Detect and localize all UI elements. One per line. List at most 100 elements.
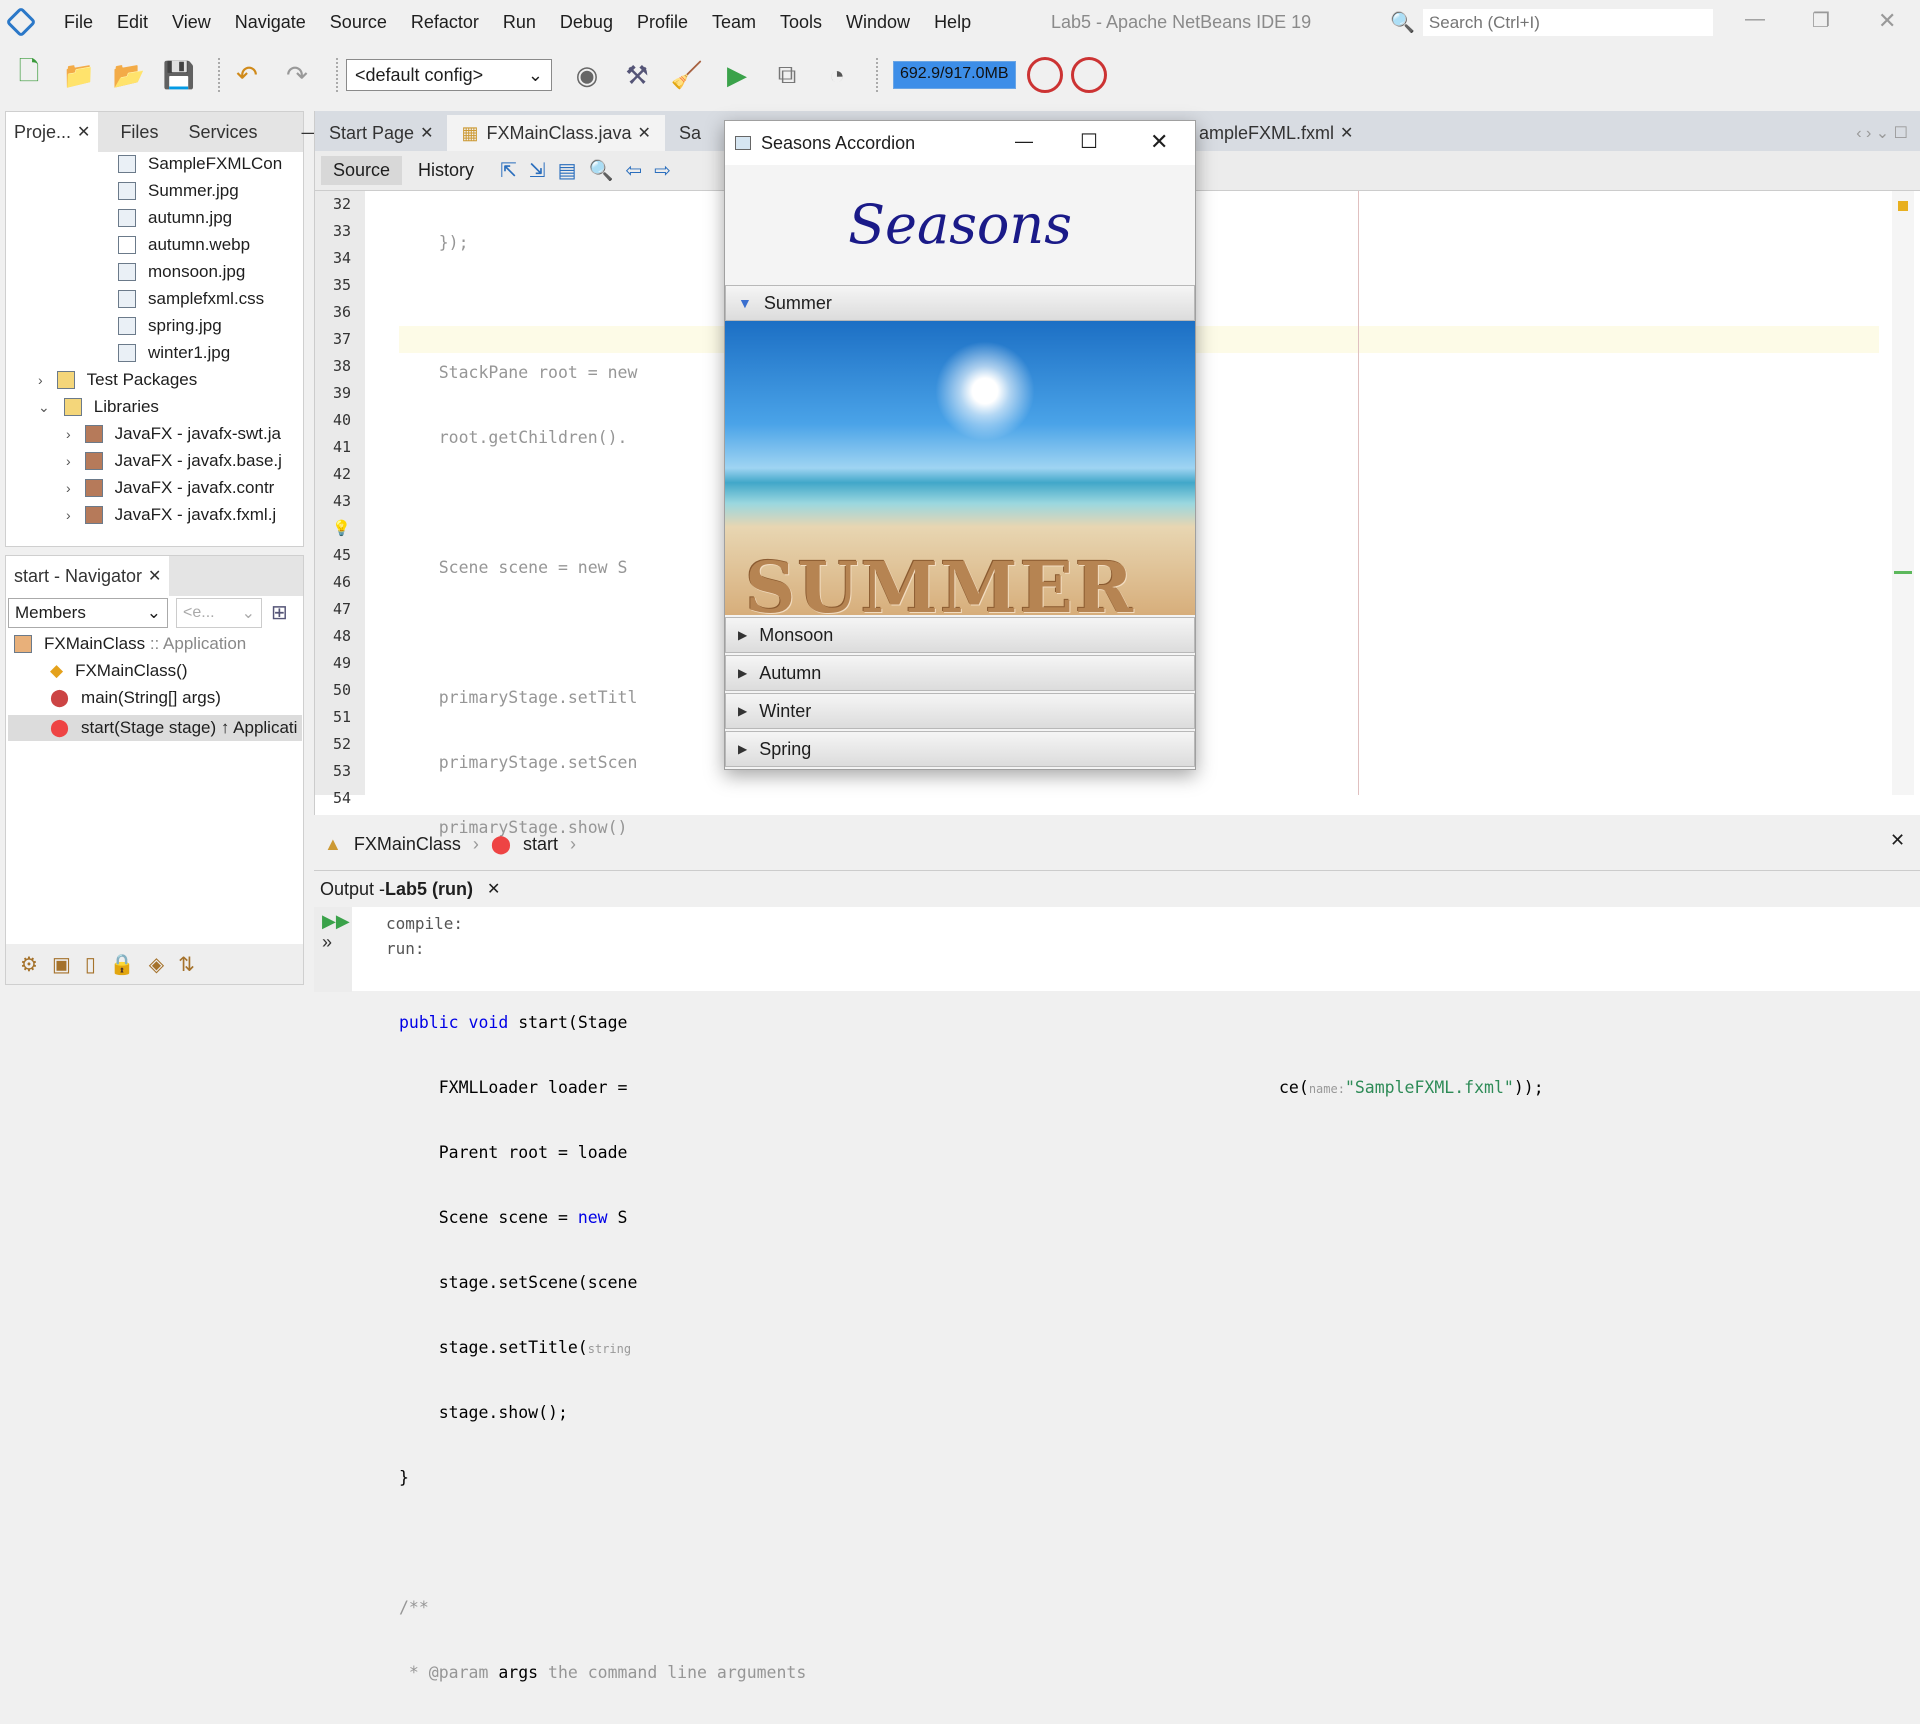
output-tab[interactable]: Output - Lab5 (run) ✕ <box>314 871 1920 907</box>
navigator-member[interactable]: ◆ FXMainClass() <box>50 661 187 681</box>
close-window-button[interactable]: ✕ <box>1878 8 1896 34</box>
accordion-winter[interactable]: ▶ Winter <box>725 693 1195 729</box>
menu-source[interactable]: Source <box>318 12 399 33</box>
tab-scroll-icon[interactable]: ‹ › ⌄ ☐ <box>1844 123 1920 151</box>
fx-maximize-button[interactable]: ☐ <box>1080 129 1098 154</box>
inherited-filter-icon[interactable]: ◈ <box>149 952 164 977</box>
tab-files[interactable]: Files <box>112 112 166 152</box>
tree-node-test-packages[interactable]: › Test Packages <box>38 370 197 390</box>
menu-file[interactable]: File <box>52 12 105 33</box>
collapse-icon[interactable]: ⌄ <box>38 399 50 416</box>
minimize-button[interactable]: — <box>1745 8 1765 31</box>
error-stripe[interactable] <box>1892 191 1914 795</box>
tree-file[interactable]: autumn.jpg <box>118 208 232 228</box>
change-marker[interactable] <box>1894 571 1912 574</box>
tab-start-page[interactable]: Start Page ✕ <box>315 115 447 151</box>
gc-icon[interactable] <box>1026 57 1063 93</box>
menu-tools[interactable]: Tools <box>768 12 834 33</box>
run-icon[interactable]: ▶ <box>718 56 756 94</box>
new-file-icon[interactable]: 🗋 <box>10 56 48 94</box>
memory-indicator[interactable]: 692.9/917.0MB <box>893 61 1016 89</box>
hint-bulb-icon[interactable]: 💡 <box>315 515 365 542</box>
config-select[interactable]: <default config> ⌄ <box>346 59 552 91</box>
build-hammer-icon[interactable]: ⚒ <box>618 56 656 94</box>
navigator-member-selected[interactable]: ⬤ start(Stage stage) ↑ Applicati <box>8 715 302 741</box>
history-tab[interactable]: History <box>406 156 486 185</box>
menu-debug[interactable]: Debug <box>548 12 625 33</box>
editor-tool-icons[interactable]: ⇱⇲▤🔍⇦⇨ <box>500 158 683 183</box>
tab-navigator[interactable]: start - Navigator ✕ <box>6 556 170 596</box>
tab-fxmainclass[interactable]: ▦ FXMainClass.java ✕ <box>447 115 665 151</box>
tree-file[interactable]: monsoon.jpg <box>118 262 245 282</box>
output-console[interactable]: compile: run: <box>386 911 463 961</box>
expand-icon[interactable]: › <box>66 426 71 442</box>
navigator-member[interactable]: ⬤ main(String[] args) <box>50 688 221 708</box>
rerun-icon[interactable]: ▶▶» <box>314 907 352 992</box>
fields-filter-icon[interactable]: ⚙ <box>20 952 38 977</box>
tree-file[interactable]: spring.jpg <box>118 316 222 336</box>
more-icon[interactable]: » <box>322 932 332 952</box>
breadcrumb-class[interactable]: FXMainClass <box>354 834 461 855</box>
close-icon[interactable]: ✕ <box>487 879 500 899</box>
restore-button[interactable]: ❐ <box>1812 8 1830 33</box>
tree-lib[interactable]: › JavaFX - javafx.fxml.j <box>66 505 276 525</box>
lock-filter-icon[interactable]: 🔒 <box>110 952 135 977</box>
clean-build-icon[interactable]: 🧹 <box>668 56 706 94</box>
expand-icon[interactable]: › <box>66 480 71 496</box>
navigator-class[interactable]: FXMainClass :: Application <box>14 634 246 654</box>
tree-file[interactable]: winter1.jpg <box>118 343 230 363</box>
accordion-summer[interactable]: ▼ Summer <box>725 285 1195 321</box>
tab-samplefxml[interactable]: ampleFXML.fxml ✕ <box>1185 115 1367 151</box>
tree-lib[interactable]: › JavaFX - javafx-swt.ja <box>66 424 281 444</box>
accordion-spring[interactable]: ▶ Spring <box>725 731 1195 767</box>
tab-sample[interactable]: Sa <box>665 115 715 151</box>
expand-icon[interactable]: › <box>38 372 43 388</box>
menu-team[interactable]: Team <box>700 12 768 33</box>
accordion-autumn[interactable]: ▶ Autumn <box>725 655 1195 691</box>
tab-services[interactable]: Services <box>180 112 265 152</box>
debug-icon[interactable]: ⧉ <box>768 56 806 94</box>
undo-icon[interactable]: ↶ <box>228 56 266 94</box>
menu-help[interactable]: Help <box>922 12 983 33</box>
warning-marker-icon[interactable] <box>1898 201 1908 211</box>
element-select[interactable]: <e... ⌄ <box>176 598 262 628</box>
menu-window[interactable]: Window <box>834 12 922 33</box>
close-icon[interactable]: ✕ <box>148 566 161 586</box>
close-icon[interactable]: ✕ <box>638 123 651 143</box>
globe-icon[interactable]: ◉ <box>568 56 606 94</box>
nonpublic-filter-icon[interactable]: ▯ <box>85 952 96 977</box>
close-icon[interactable]: ✕ <box>1340 123 1353 143</box>
save-all-icon[interactable]: 💾 <box>160 56 198 94</box>
members-select[interactable]: Members ⌄ <box>8 598 168 628</box>
expand-icon[interactable]: › <box>66 453 71 469</box>
fx-close-button[interactable]: ✕ <box>1150 129 1168 155</box>
tree-file[interactable]: Summer.jpg <box>118 181 239 201</box>
tree-lib[interactable]: › JavaFX - javafx.contr <box>66 478 274 498</box>
accordion-monsoon[interactable]: ▶ Monsoon <box>725 617 1195 653</box>
profile-icon[interactable]: ◔ <box>818 56 856 94</box>
menu-edit[interactable]: Edit <box>105 12 160 33</box>
search-input[interactable] <box>1422 9 1713 36</box>
menu-run[interactable]: Run <box>491 12 548 33</box>
menu-refactor[interactable]: Refactor <box>399 12 491 33</box>
close-icon[interactable]: ✕ <box>420 123 433 143</box>
sort-filter-icon[interactable]: ⇅ <box>178 952 195 977</box>
tab-projects[interactable]: Proje... ✕ <box>6 112 99 152</box>
source-tab[interactable]: Source <box>321 156 403 185</box>
navigator-settings-icon[interactable]: ⊞ <box>271 600 288 625</box>
search-icon[interactable]: 🔍 <box>1390 10 1415 35</box>
menu-view[interactable]: View <box>160 12 223 33</box>
breadcrumb-method[interactable]: start <box>523 834 558 855</box>
close-icon[interactable]: ✕ <box>77 122 90 142</box>
tree-file[interactable]: autumn.webp <box>118 235 250 255</box>
tree-lib[interactable]: › JavaFX - javafx.base.j <box>66 451 282 471</box>
profiler-snapshot-icon[interactable] <box>1070 57 1107 93</box>
new-project-icon[interactable]: 📁 <box>60 56 98 94</box>
menu-profile[interactable]: Profile <box>625 12 700 33</box>
expand-icon[interactable]: › <box>66 507 71 523</box>
open-project-icon[interactable]: 📂 <box>110 56 148 94</box>
tree-file[interactable]: SampleFXMLCon <box>118 154 282 174</box>
tree-node-libraries[interactable]: ⌄ Libraries <box>38 397 159 417</box>
menu-navigate[interactable]: Navigate <box>223 12 318 33</box>
tree-file[interactable]: samplefxml.css <box>118 289 264 309</box>
